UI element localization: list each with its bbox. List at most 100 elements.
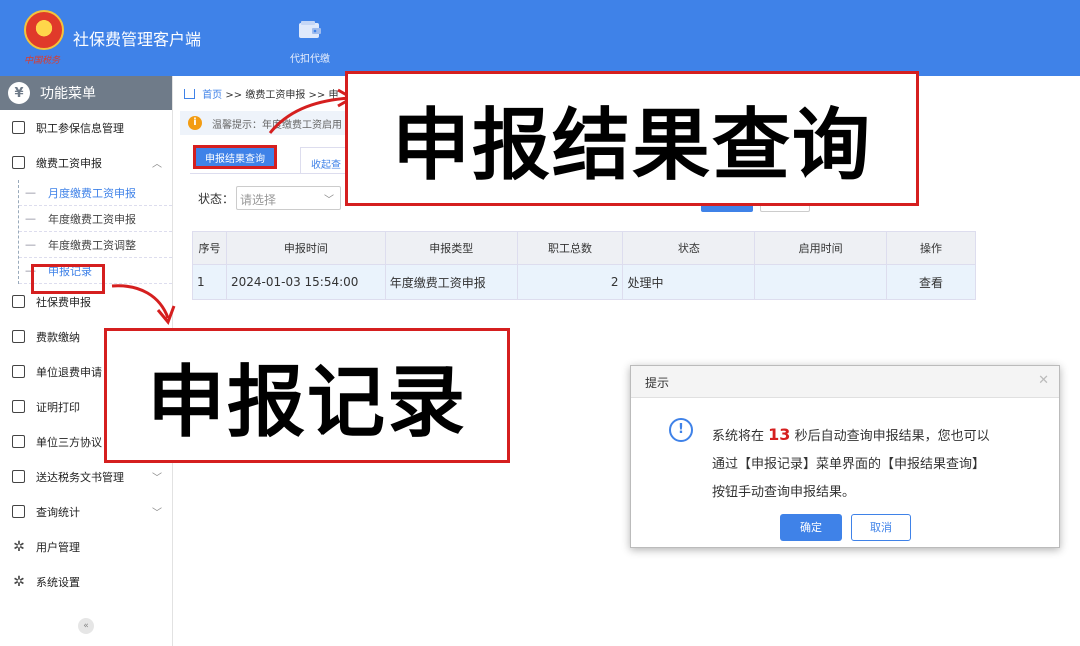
table-row[interactable]: 1 2024-01-03 15:54:00 年度缴费工资申报 2 处理中 查看 bbox=[192, 264, 976, 300]
cell-time: 2024-01-03 15:54:00 bbox=[225, 264, 386, 300]
app-window: 中国税务 社保费管理客户端 代扣代缴 ¥ 功能菜单 职工参保信息管理 缴费工资申… bbox=[0, 0, 1080, 646]
sidebar-item-label: 社保费申报 bbox=[36, 295, 91, 309]
prompt-dialog: 提示 ✕ ! 系统将在 13 秒后自动查询申报结果，您也可以 通过【申报记录】菜… bbox=[630, 365, 1060, 548]
chevron-down-icon: ﹀ bbox=[152, 508, 162, 519]
confirm-button[interactable]: 确定 bbox=[780, 514, 842, 541]
notice-text: 温馨提示：年度缴费工资启用 bbox=[212, 119, 342, 131]
sidebar-item-label: 单位退费申请 bbox=[36, 365, 102, 379]
sidebar-item-label: 证明打印 bbox=[36, 400, 80, 414]
app-title: 社保费管理客户端 bbox=[73, 30, 202, 49]
dialog-text-before: 系统将在 bbox=[712, 429, 765, 444]
records-table: 序号 申报时间 申报类型 职工总数 状态 启用时间 操作 1 2024-01-0… bbox=[192, 231, 976, 300]
column-header: 状态 bbox=[622, 231, 756, 265]
chevron-down-icon: ﹀ bbox=[152, 473, 162, 484]
dialog-line-2: 通过【申报记录】菜单界面的【申报结果查询】 bbox=[712, 457, 986, 472]
dialog-title: 提示 bbox=[645, 376, 670, 390]
tab-divider bbox=[190, 173, 350, 174]
top-header: 中国税务 社保费管理客户端 代扣代缴 bbox=[0, 0, 1080, 76]
dialog-header: 提示 ✕ bbox=[631, 366, 1059, 398]
breadcrumb-separator: >> bbox=[225, 90, 243, 101]
sidebar-item-label: 缴费工资申报 bbox=[36, 156, 102, 170]
document-icon bbox=[12, 400, 25, 413]
submenu-item-label: 月度缴费工资申报 bbox=[48, 186, 136, 200]
cell-no: 1 bbox=[192, 264, 227, 300]
submenu-item-annual[interactable]: — 年度缴费工资申报 bbox=[19, 206, 172, 232]
chevron-down-icon: ﹀ bbox=[324, 195, 334, 206]
status-placeholder: 请选择 bbox=[240, 193, 277, 207]
status-label: 状态： bbox=[198, 192, 235, 206]
tree-dash: — bbox=[25, 238, 36, 251]
column-header: 操作 bbox=[886, 231, 976, 265]
result-query-button[interactable]: 申报结果查询 bbox=[193, 145, 277, 169]
column-header: 职工总数 bbox=[516, 231, 624, 265]
info-icon: i bbox=[188, 116, 202, 130]
bar-chart-icon bbox=[12, 505, 25, 518]
list-icon bbox=[12, 121, 25, 134]
gear-icon: ✲ bbox=[13, 538, 25, 555]
tree-dash: — bbox=[25, 186, 36, 199]
sidebar-item-label: 单位三方协议 bbox=[36, 435, 102, 449]
column-header: 申报时间 bbox=[225, 231, 386, 265]
sidebar-item-label: 查询统计 bbox=[36, 505, 80, 519]
dialog-message: 系统将在 13 秒后自动查询申报结果，您也可以 通过【申报记录】菜单界面的【申报… bbox=[712, 421, 1052, 507]
callout-records: 申报记录 bbox=[104, 328, 510, 463]
book-icon bbox=[12, 435, 25, 448]
callout-result-query: 申报结果查询 bbox=[345, 71, 919, 206]
sidebar-item-employee-insurance[interactable]: 职工参保信息管理 bbox=[0, 110, 172, 145]
column-header: 序号 bbox=[192, 231, 227, 265]
sidebar-item-statistics[interactable]: 查询统计 ﹀ bbox=[0, 494, 172, 529]
submenu-item-label: 年度缴费工资申报 bbox=[48, 212, 136, 226]
breadcrumb-separator: >> bbox=[308, 90, 326, 101]
edit-icon bbox=[12, 156, 25, 169]
submenu-item-label: 年度缴费工资调整 bbox=[48, 238, 136, 252]
sidebar-item-label: 系统设置 bbox=[36, 575, 80, 589]
dialog-text-after: 秒后自动查询申报结果，您也可以 bbox=[794, 429, 990, 444]
view-link[interactable]: 查看 bbox=[886, 264, 976, 300]
sidebar-item-settings[interactable]: ✲ 系统设置 bbox=[0, 564, 172, 599]
sidebar-title: 功能菜单 bbox=[40, 86, 96, 102]
toolbar-item-label: 代扣代缴 bbox=[290, 54, 330, 65]
yuan-icon: ¥ bbox=[8, 82, 30, 104]
submenu-item-adjust[interactable]: — 年度缴费工资调整 bbox=[19, 232, 172, 258]
collapse-query-tab[interactable]: 收起查 bbox=[300, 147, 350, 173]
column-header: 申报类型 bbox=[384, 231, 518, 265]
breadcrumb: 首页 >> 缴费工资申报 >> 申 bbox=[184, 86, 338, 101]
alert-icon: ! bbox=[669, 418, 693, 442]
sidebar-item-label: 送达税务文书管理 bbox=[36, 470, 124, 484]
cell-count: 2 bbox=[516, 264, 624, 300]
dialog-line-3: 按钮手动查询申报结果。 bbox=[712, 485, 856, 500]
logo-caption: 中国税务 bbox=[24, 56, 61, 66]
sidebar-item-wage-declaration[interactable]: 缴费工资申报 ︿ bbox=[0, 145, 172, 180]
sidebar-item-users[interactable]: ✲ 用户管理 bbox=[0, 529, 172, 564]
breadcrumb-home-link[interactable]: 首页 bbox=[202, 90, 222, 101]
sidebar-item-label: 职工参保信息管理 bbox=[36, 121, 124, 135]
sidebar-item-tax-docs[interactable]: 送达税务文书管理 ﹀ bbox=[0, 459, 172, 494]
book-icon bbox=[12, 330, 25, 343]
collapse-sidebar-button[interactable]: « bbox=[78, 618, 94, 634]
chevron-up-icon: ︿ bbox=[152, 159, 162, 170]
tree-dash: — bbox=[25, 212, 36, 225]
list-icon bbox=[12, 365, 25, 378]
sidebar-item-label: 用户管理 bbox=[36, 540, 80, 554]
breadcrumb-level2: 申 bbox=[328, 90, 339, 101]
cell-status: 处理中 bbox=[622, 264, 756, 300]
submenu-item-monthly[interactable]: — 月度缴费工资申报 bbox=[19, 180, 172, 206]
calendar-icon bbox=[12, 295, 25, 308]
cell-type: 年度缴费工资申报 bbox=[384, 264, 518, 300]
toolbar-withholding-button[interactable]: 代扣代缴 bbox=[284, 20, 336, 65]
printer-icon bbox=[12, 470, 25, 483]
table-header-row: 序号 申报时间 申报类型 职工总数 状态 启用时间 操作 bbox=[192, 231, 976, 265]
sidebar-item-label: 费款缴纳 bbox=[36, 330, 80, 344]
cancel-button[interactable]: 取消 bbox=[851, 514, 911, 541]
status-select[interactable]: 请选择 ﹀ bbox=[236, 186, 341, 210]
cell-enable-time bbox=[754, 264, 888, 300]
sidebar-header: ¥ 功能菜单 bbox=[0, 76, 172, 110]
gear-icon: ✲ bbox=[13, 573, 25, 590]
close-icon[interactable]: ✕ bbox=[1038, 373, 1049, 388]
column-header: 启用时间 bbox=[754, 231, 888, 265]
wallet-icon bbox=[299, 21, 321, 38]
countdown-seconds: 13 bbox=[768, 425, 791, 444]
breadcrumb-level1[interactable]: 缴费工资申报 bbox=[245, 90, 305, 101]
tax-emblem-logo bbox=[24, 10, 64, 50]
highlight-records-menu bbox=[31, 264, 105, 294]
